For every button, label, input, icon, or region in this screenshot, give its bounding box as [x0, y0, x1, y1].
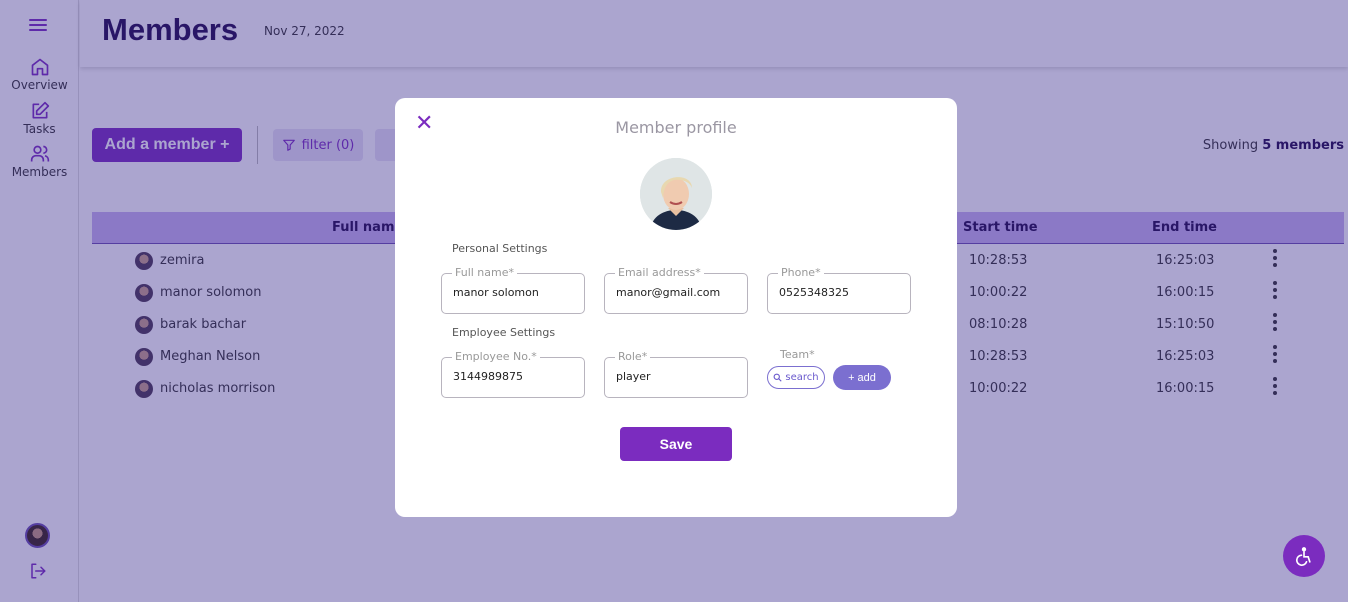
phone-input[interactable] — [779, 286, 903, 299]
team-label: Team* — [780, 348, 815, 361]
phone-field[interactable]: Phone* — [767, 266, 911, 314]
email-input[interactable] — [616, 286, 740, 299]
role-input[interactable] — [616, 370, 740, 383]
personal-settings-heading: Personal Settings — [452, 242, 548, 255]
email-label: Email address* — [615, 266, 704, 279]
search-label: search — [785, 372, 819, 383]
full-name-field[interactable]: Full name* — [441, 266, 585, 314]
profile-photo[interactable] — [640, 158, 712, 230]
add-team-button[interactable]: + add — [833, 365, 891, 390]
accessibility-button[interactable] — [1283, 535, 1325, 577]
employee-no-input[interactable] — [453, 370, 577, 383]
employee-no-label: Employee No.* — [452, 350, 540, 363]
full-name-label: Full name* — [452, 266, 518, 279]
search-icon — [773, 373, 783, 382]
team-search-button[interactable]: search — [767, 366, 825, 389]
member-profile-modal: ✕ Member profile Personal Settings Full … — [395, 98, 957, 517]
phone-label: Phone* — [778, 266, 824, 279]
profile-photo-image — [640, 158, 712, 230]
save-button[interactable]: Save — [620, 427, 732, 461]
role-field[interactable]: Role* — [604, 350, 748, 398]
role-label: Role* — [615, 350, 651, 363]
accessibility-icon — [1295, 547, 1311, 566]
full-name-input[interactable] — [453, 286, 577, 299]
email-field[interactable]: Email address* — [604, 266, 748, 314]
employee-no-field[interactable]: Employee No.* — [441, 350, 585, 398]
employee-settings-heading: Employee Settings — [452, 326, 556, 339]
modal-title: Member profile — [615, 118, 737, 137]
